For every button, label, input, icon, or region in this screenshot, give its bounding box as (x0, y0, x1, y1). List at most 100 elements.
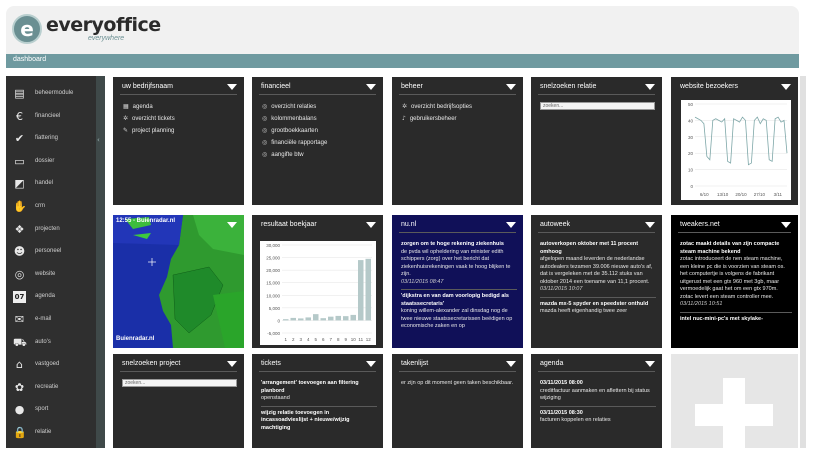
bar (283, 319, 289, 321)
project-search-input[interactable]: zoeken... (122, 379, 237, 387)
sidebar-item-autos[interactable]: ⛟ auto's (6, 333, 96, 355)
sidebar-item-website[interactable]: ◎ website (6, 265, 96, 287)
server-icon: ▤ (14, 87, 25, 100)
divider (399, 232, 516, 233)
sidebar-item-label: crm (35, 203, 45, 209)
sidebar-item-personeel[interactable]: ☻ personeel (6, 242, 96, 264)
breadcrumb-dashboard[interactable]: dashboard (13, 56, 46, 63)
app-window: e everyoffice everywhere dashboard ▤ behe… (0, 0, 814, 450)
y-tick-label: 25,000 (266, 256, 280, 261)
cubes-icon: ❖ (14, 222, 25, 236)
widget-link[interactable]: ◎ kolommenbalans (262, 115, 317, 122)
chevron-down-icon[interactable] (366, 361, 376, 367)
news-headline[interactable]: intel nuc-mini-pc's met skylake- (680, 316, 792, 324)
sidebar-item-handel[interactable]: ◩ handel (6, 174, 96, 196)
sidebar-item-projecten[interactable]: ❖ projecten (6, 220, 96, 242)
divider (538, 232, 655, 233)
chevron-down-icon[interactable] (366, 222, 376, 228)
news-headline[interactable]: zorgen om te hoge rekening ziekenhuis (401, 241, 517, 249)
y-tick-label: 15,000 (266, 281, 280, 286)
chevron-down-icon[interactable] (781, 222, 791, 228)
y-tick-label: 30,000 (266, 243, 280, 248)
chevron-down-icon[interactable] (506, 84, 516, 90)
ball-icon: ● (14, 403, 25, 417)
x-tick-label: 20/10 (735, 192, 747, 197)
logo-icon[interactable]: e (12, 14, 42, 44)
sidebar-item-relatie[interactable]: 🔒 relatie (6, 423, 96, 445)
widget-title: tweakers.net (680, 221, 720, 228)
widget-buienradar: 12:55 - Buienradar.nl Buienradar.nl (113, 215, 244, 348)
widget-task-list: takenlijst er zijn op dit moment geen ta… (392, 354, 523, 448)
chevron-down-icon[interactable] (506, 361, 516, 367)
chevron-down-icon[interactable] (227, 84, 237, 90)
y-tick-label: 50 (688, 102, 694, 107)
sidebar-item-sport[interactable]: ● sport (6, 400, 96, 422)
chevron-down-icon[interactable] (506, 222, 516, 228)
sidebar-item-fiattering[interactable]: ✔ fiattering (6, 129, 96, 151)
x-tick-label: 10 (351, 337, 357, 342)
gear-icon: ✲ (123, 115, 129, 122)
news-headline[interactable]: 'dijkstra en van dam voorlopig bedigd al… (401, 293, 517, 308)
circle-icon: ◎ (262, 151, 268, 158)
sidebar-item-dossier[interactable]: ▭ dossier (6, 152, 96, 174)
sidebar-item-label: website (35, 270, 56, 277)
sidebar-item-label: auto's (35, 338, 51, 345)
news-date: 03/11/2015 10:51 (680, 301, 723, 307)
sidebar-item-email[interactable]: ✉ e-mail (6, 310, 96, 332)
sidebar-item-label: financieel (35, 112, 61, 119)
x-tick-label: 27/10 (754, 192, 766, 197)
chevron-down-icon[interactable] (645, 361, 655, 367)
widget-link[interactable]: ◎ aangifte btw (262, 151, 304, 158)
add-widget-button[interactable] (671, 354, 798, 448)
agenda-date[interactable]: 03/11/2015 08:00 (540, 380, 656, 388)
chevron-down-icon[interactable] (227, 361, 237, 367)
divider (680, 311, 792, 313)
bar (343, 316, 349, 321)
chevron-down-icon[interactable] (645, 222, 655, 228)
sidebar-item-label: recreatie (35, 383, 59, 390)
news-headline[interactable]: zotac maakt details van zijn compacte st… (680, 241, 792, 256)
widget-link[interactable]: ◎ grootboekkaarten (262, 127, 318, 134)
widget-management: beheer ✲ overzicht bedrijfsopties ♪ gebruik… (392, 77, 523, 205)
widget-link[interactable]: ◎ overzicht relaties (262, 103, 316, 110)
widget-title: financieel (261, 83, 291, 90)
bar (313, 314, 319, 321)
widget-link[interactable]: ♪ gebruikersbeheer (402, 115, 457, 122)
relation-search-input[interactable]: zoeken... (540, 102, 655, 110)
divider (540, 296, 656, 298)
widget-link[interactable]: ▦ agenda (123, 103, 153, 110)
divider (259, 94, 376, 95)
chevron-down-icon[interactable] (227, 222, 237, 228)
sidebar-item-label: agenda (35, 293, 56, 300)
sidebar-item-agenda[interactable]: 07 agenda (6, 287, 96, 309)
ticket-title[interactable]: wijzig relatie toevoegen in incassoadvie… (261, 410, 377, 433)
sidebar-item-recreatie[interactable]: ✿ recreatie (6, 378, 96, 400)
divider (399, 371, 516, 372)
globe-icon: ◎ (14, 267, 25, 281)
sidebar-item-financieel[interactable]: € financieel (6, 107, 96, 129)
sidebar-item-beheermodule[interactable]: ▤ beheermodule (6, 84, 96, 106)
sidebar-item-crm[interactable]: ✋ crm (6, 197, 96, 219)
widget-link[interactable]: ✲ overzicht tickets (123, 115, 175, 122)
widget-title: uw bedrijfsnaam (122, 83, 173, 90)
chevron-down-icon[interactable] (645, 84, 655, 90)
sidebar-collapse-handle[interactable]: ‹ (96, 76, 105, 448)
widget-link[interactable]: ◎ financiële rapportage (262, 139, 327, 146)
ticket-title[interactable]: 'arrangement' toevoegen aan filtering pl… (261, 380, 377, 395)
news-headline[interactable]: mazda mx-5 spyder en speedster onthuld (540, 301, 656, 309)
news-summary: koning willem-alexander zal dinsdag nog … (401, 308, 513, 329)
bar (298, 318, 304, 321)
agenda-date[interactable]: 03/11/2015 08:30 (540, 410, 656, 418)
chevron-down-icon[interactable] (366, 84, 376, 90)
chevron-down-icon[interactable] (781, 84, 791, 90)
sidebar-item-vastgoed[interactable]: ⌂ vastgoed (6, 355, 96, 377)
y-tick-label: 10 (688, 168, 694, 173)
rain-radar-map (113, 215, 244, 348)
widget-title: nu.nl (401, 221, 417, 228)
y-tick-label: 40 (688, 118, 694, 123)
bar (350, 314, 356, 321)
news-headline[interactable]: autoverkopen oktober met 11 procent omho… (540, 241, 656, 256)
widget-link[interactable]: ✲ overzicht bedrijfsopties (402, 103, 472, 110)
page-scrollbar[interactable] (800, 76, 806, 448)
widget-link[interactable]: ✎ project planning (123, 127, 174, 134)
